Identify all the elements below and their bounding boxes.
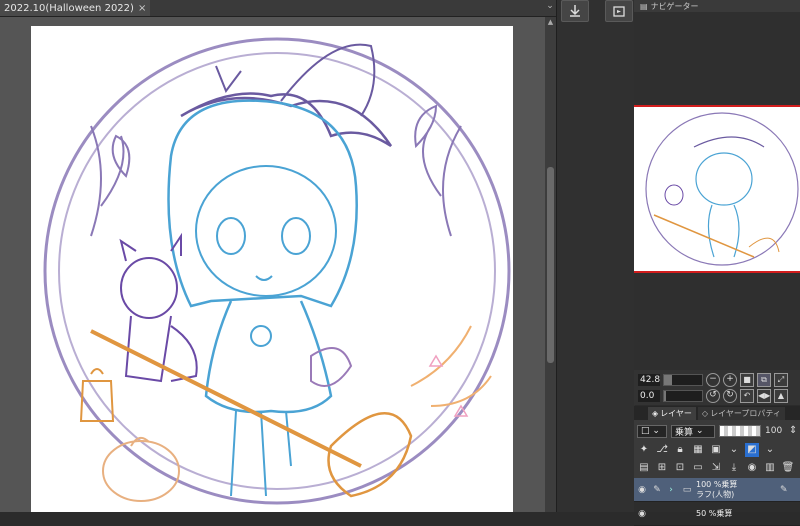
blend-mode-select[interactable]: 乗算 ⌄: [671, 424, 715, 438]
mask-create-icon[interactable]: ◉: [745, 461, 759, 475]
flip-horizontal-icon[interactable]: ◀▶: [757, 389, 771, 403]
tab-layer-label: レイヤー: [660, 409, 692, 418]
tab-layer[interactable]: ◈ レイヤー: [648, 407, 696, 420]
opacity-value[interactable]: 100: [765, 426, 782, 436]
navigator-title: ナビゲーター: [650, 1, 699, 11]
layer-panel-menu-icon[interactable]: ▤: [637, 461, 651, 475]
layer-property-icon: ◇: [701, 409, 709, 418]
fullscreen-icon[interactable]: ⤢: [774, 373, 788, 387]
angle-value[interactable]: 0.0: [638, 390, 660, 402]
apply-mask-icon[interactable]: ▥: [763, 461, 777, 475]
visibility-eye-icon[interactable]: ◉: [634, 485, 650, 495]
navigator-thumbnail: [645, 112, 799, 266]
zoom-slider[interactable]: [663, 374, 703, 386]
zoom-in-icon[interactable]: +: [723, 373, 737, 387]
mask-icon[interactable]: ▣: [709, 443, 723, 457]
canvas-workspace[interactable]: [0, 17, 545, 512]
layer-name: ラフ(人物): [696, 489, 735, 499]
edit-pen-icon[interactable]: ✎: [650, 485, 664, 495]
scroll-up-icon[interactable]: ▲: [545, 17, 556, 27]
document-tab-title: 2022.10(Halloween 2022): [4, 2, 134, 14]
merge-down-icon[interactable]: ⤓: [727, 461, 741, 475]
tab-layer-property[interactable]: ◇ レイヤープロパティ: [697, 407, 785, 420]
blend-mode-value: 乗算: [675, 427, 694, 438]
layer-color-select[interactable]: □ ⌄: [637, 424, 667, 438]
navigator-panel-icon: ▤: [640, 1, 648, 11]
opacity-slider[interactable]: [719, 425, 761, 437]
layer-text: 100 %乗算 ラフ(人物): [696, 480, 780, 500]
layer-row[interactable]: ◉ ✎ › ▭ 100 %乗算 ラフ(人物) ✎: [634, 478, 800, 502]
navigator-header: ▤ ナビゲーター: [634, 0, 800, 12]
new-folder-icon[interactable]: ▭: [691, 461, 705, 475]
blend-row: □ ⌄ 乗算 ⌄ 100 ⇕: [637, 422, 800, 440]
tab-menu-chevron-icon[interactable]: ⌄: [544, 1, 556, 15]
lock-transparent-icon[interactable]: ▦: [691, 443, 705, 457]
zoom-out-icon[interactable]: −: [706, 373, 720, 387]
document-tab[interactable]: 2022.10(Halloween 2022) ×: [0, 0, 151, 16]
layers-icon: ◈: [652, 409, 659, 418]
lock-icon[interactable]: 🔒︎: [673, 443, 687, 457]
delete-layer-icon[interactable]: 🗑︎: [781, 461, 795, 475]
rotate-slider[interactable]: [663, 390, 703, 402]
folder-expand-chevron-icon[interactable]: ›: [664, 485, 678, 495]
reset-rotate-icon[interactable]: ↶: [740, 389, 754, 403]
actual-size-icon[interactable]: ⧉: [757, 373, 771, 387]
layer-opacity-mode: 100 %乗算: [696, 479, 738, 489]
layer-toolbar: □ ⌄ 乗算 ⌄ 100 ⇕ ✦ ⎇ 🔒︎ ▦ ▣ ⌄ ◩ ⌄ ▤ ⊞ ⊡ ▭ ⇲…: [634, 420, 800, 478]
flip-vertical-icon[interactable]: ▲: [774, 389, 788, 403]
side-tool-strip: [556, 0, 635, 512]
zoom-row: 42.8 − + ■ ⧉ ⤢: [638, 373, 788, 387]
layer-row[interactable]: ◉ 50 %乗算: [634, 502, 800, 526]
layer-panel-tabs: ◈ レイヤー ◇ レイヤープロパティ: [634, 406, 800, 420]
fit-icon[interactable]: ■: [740, 373, 754, 387]
close-tab-icon[interactable]: ×: [138, 3, 146, 14]
layer-color-icon[interactable]: ◩: [745, 443, 759, 457]
layer-color-menu-icon[interactable]: ⌄: [763, 443, 777, 457]
layer-opacity-mode: 50 %乗算: [696, 508, 733, 518]
reference-layer-icon[interactable]: ✦: [637, 443, 651, 457]
download-icon[interactable]: [561, 0, 589, 22]
zoom-value[interactable]: 42.8: [638, 374, 660, 386]
panel-toggle-icon[interactable]: [605, 0, 633, 22]
layer-lock-icon[interactable]: ✎: [780, 485, 800, 495]
visibility-eye-icon[interactable]: ◉: [634, 509, 650, 519]
navigator-controls: 42.8 − + ■ ⧉ ⤢ 0.0 ↺ ↻ ↶ ◀▶ ▲: [634, 370, 800, 405]
transfer-icon[interactable]: ⇲: [709, 461, 723, 475]
ruler-icon[interactable]: ⌄: [727, 443, 741, 457]
layer-tools-row-2: ▤ ⊞ ⊡ ▭ ⇲ ⤓ ◉ ▥ 🗑︎: [637, 459, 795, 477]
canvas-vertical-scrollbar[interactable]: ▲: [545, 17, 556, 512]
rotate-row: 0.0 ↺ ↻ ↶ ◀▶ ▲: [638, 389, 788, 403]
new-vector-layer-icon[interactable]: ⊡: [673, 461, 687, 475]
drawing-canvas[interactable]: [31, 26, 513, 512]
navigator-preview[interactable]: [634, 105, 800, 273]
rotate-left-icon[interactable]: ↺: [706, 389, 720, 403]
sketch-artwork: [43, 37, 511, 505]
chevron-down-icon: ⌄: [696, 426, 704, 436]
scrollbar-thumb[interactable]: [547, 167, 554, 363]
layer-tools-row-1: ✦ ⎇ 🔒︎ ▦ ▣ ⌄ ◩ ⌄: [637, 441, 777, 459]
layer-list: ◉ ✎ › ▭ 100 %乗算 ラフ(人物) ✎ ◉ 50 %乗算: [634, 478, 800, 526]
tab-layer-property-label: レイヤープロパティ: [710, 409, 781, 418]
new-raster-layer-icon[interactable]: ⊞: [655, 461, 669, 475]
clip-layer-icon[interactable]: ⎇: [655, 443, 669, 457]
opacity-stepper-icon[interactable]: ⇕: [786, 424, 800, 438]
folder-icon: ▭: [682, 484, 692, 495]
navigator-panel: [634, 12, 800, 370]
rotate-right-icon[interactable]: ↻: [723, 389, 737, 403]
